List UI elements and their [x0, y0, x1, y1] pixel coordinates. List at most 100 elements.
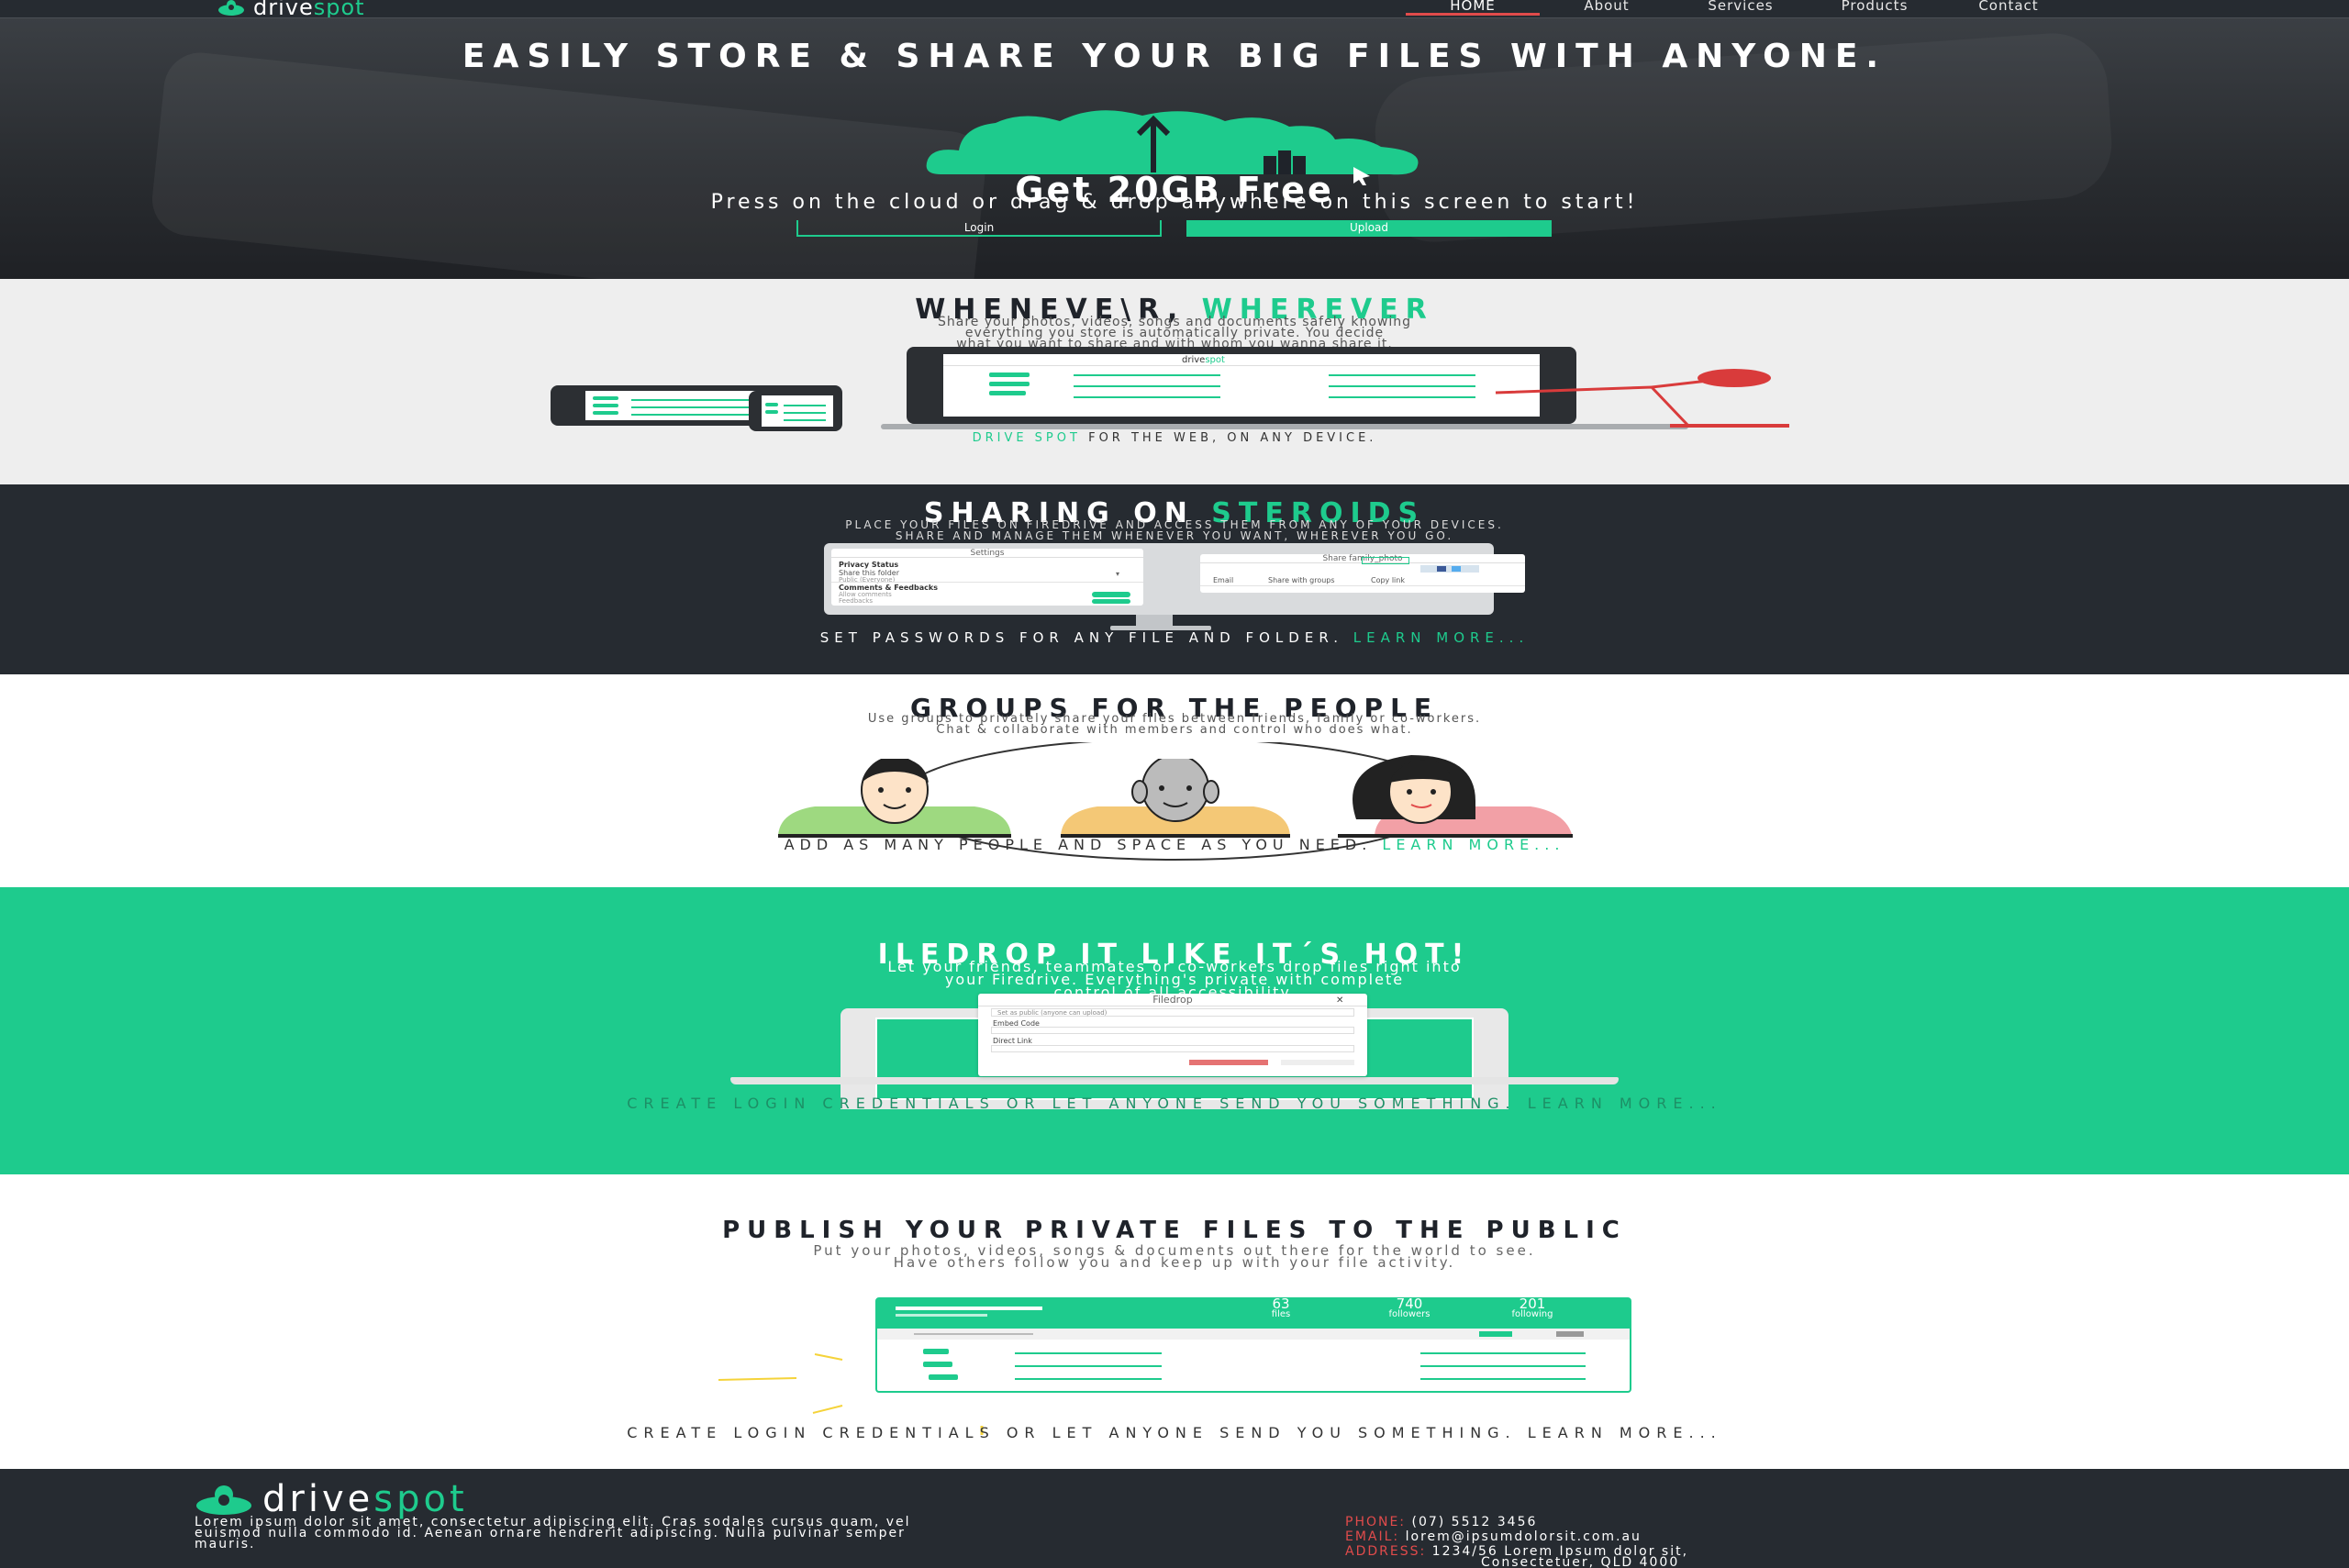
close-icon[interactable]: ✕	[1336, 995, 1343, 1006]
brand-logo[interactable]: drivespot	[217, 0, 365, 18]
nav-contact[interactable]: Contact	[1942, 0, 2076, 16]
stat-label: followers	[1388, 1309, 1431, 1319]
learn-more-link[interactable]: LEARN MORE...	[1353, 629, 1529, 646]
profile-name-bar	[896, 1307, 1042, 1310]
screen-element	[1329, 385, 1475, 387]
section-text-line: Have others follow you and keep up with …	[893, 1254, 1456, 1271]
publish-section: PUBLISH YOUR PRIVATE FILES TO THE PUBLIC…	[0, 1174, 2349, 1469]
share-option[interactable]: Copy link	[1371, 576, 1405, 584]
brand-name-part-2: spot	[313, 0, 365, 18]
cloud-logo-icon	[196, 1485, 251, 1515]
embed-code-field[interactable]	[991, 1027, 1354, 1034]
file-row-meta	[1420, 1365, 1586, 1367]
toggle-switch[interactable]	[1092, 592, 1130, 597]
file-row-meta	[1420, 1378, 1586, 1380]
dialog-divider	[831, 582, 1143, 583]
section-text-line: SHARE AND MANAGE THEM WHENEVER YOU WANT,…	[895, 529, 1454, 542]
footer-email: EMAIL: lorem@ipsumdolorsit.com.au	[1345, 1529, 1688, 1544]
cloud-logo-icon	[218, 0, 244, 16]
screen-divider	[943, 365, 1540, 366]
footer-about: Lorem ipsum dolor sit amet, consectetur …	[195, 1516, 911, 1551]
monitor-neck	[1136, 615, 1173, 626]
profile-toolbar	[877, 1329, 1630, 1340]
share-dialog: Share family_photo Email Share with grou…	[1200, 554, 1525, 593]
screen-element	[631, 399, 751, 401]
screen-element	[1074, 374, 1220, 376]
stat-followers[interactable]: 740 followers	[1354, 1297, 1464, 1320]
nav-products[interactable]: Products	[1808, 0, 1942, 16]
twitter-icon[interactable]	[1452, 566, 1461, 572]
phone-screen	[762, 395, 833, 427]
file-row[interactable]	[1015, 1352, 1162, 1354]
dialog-label: Direct Link	[993, 1037, 1032, 1045]
bald-man-avatar-icon	[1061, 759, 1290, 838]
footer-text: SET PASSWORDS FOR ANY FILE AND FOLDER.	[819, 629, 1343, 646]
dialog-option[interactable]: Feedbacks	[839, 597, 873, 605]
section-footer: CREATE LOGIN CREDENTIALS OR LET ANYONE S…	[627, 1424, 1722, 1441]
section-footer: CREATE LOGIN CREDENTIALS OR LET ANYONE S…	[627, 1095, 1722, 1112]
footer-phone: PHONE: (07) 5512 3456	[1345, 1515, 1688, 1529]
privacy-select[interactable]: Set as public (anyone can upload)	[991, 1008, 1354, 1017]
dialog-label: Privacy Status	[839, 561, 899, 569]
learn-more-link[interactable]: LEARN MORE...	[1382, 836, 1564, 853]
section-text-line: Chat & collaborate with members and cont…	[936, 723, 1413, 737]
site-footer: drivespot Lorem ipsum dolor sit amet, co…	[0, 1469, 2349, 1568]
filedrop-dialog-title: Filedrop	[978, 994, 1367, 1006]
direct-link-field[interactable]	[991, 1045, 1354, 1052]
screen-element	[784, 419, 826, 421]
screen-element	[989, 382, 1030, 386]
contact-value[interactable]: lorem@ipsumdolorsit.com.au	[1406, 1529, 1642, 1544]
filedrop-dialog: Filedrop ✕ Set as public (anyone can upl…	[978, 994, 1367, 1076]
grid-view-icon[interactable]	[1556, 1331, 1584, 1337]
stat-label: following	[1511, 1309, 1553, 1319]
share-option[interactable]: Share with groups	[1268, 576, 1335, 584]
stat-following[interactable]: 201 following	[1477, 1296, 1587, 1320]
cancel-button[interactable]	[1189, 1060, 1268, 1065]
screen-element	[1329, 396, 1475, 398]
file-row-meta	[1420, 1352, 1586, 1354]
screen-element	[989, 373, 1030, 377]
share-field[interactable]	[1362, 557, 1409, 564]
stat-files[interactable]: 63 files	[1226, 1297, 1336, 1320]
section-footer: SET PASSWORDS FOR ANY FILE AND FOLDER. L…	[0, 629, 2349, 646]
chevron-down-icon[interactable]: ▾	[1116, 570, 1119, 578]
settings-dialog: Settings Privacy Status Share this folde…	[831, 549, 1143, 606]
contact-value[interactable]: (07) 5512 3456	[1411, 1515, 1537, 1529]
toggle-switch[interactable]	[1092, 599, 1130, 604]
footer-about-line: euismod nulla commodo id. Aenean ornare …	[195, 1526, 906, 1540]
stat-number: 201	[1519, 1296, 1546, 1312]
hero-subtitle: Press on the cloud or drag & drop anywhe…	[710, 191, 1639, 214]
hero-background-shape	[149, 49, 989, 279]
screen-element	[784, 405, 826, 406]
section-footer: ADD AS MANY PEOPLE AND SPACE AS YOU NEED…	[0, 836, 2349, 853]
list-view-icon[interactable]	[1479, 1331, 1512, 1337]
file-row[interactable]	[1015, 1365, 1162, 1367]
phone-device	[749, 391, 842, 431]
screen-element	[631, 406, 751, 408]
screen-element	[989, 391, 1026, 395]
file-row[interactable]	[1015, 1378, 1162, 1380]
screen-brand: drivespot	[1182, 355, 1225, 365]
section-title: PUBLISH YOUR PRIVATE FILES TO THE PUBLIC	[722, 1217, 1627, 1244]
share-social-buttons[interactable]	[1420, 565, 1479, 573]
facebook-icon[interactable]	[1437, 566, 1446, 572]
nav-about[interactable]: About	[1540, 0, 1674, 16]
brand-name: drivespot	[253, 0, 365, 18]
filedrop-section: ILEDROP IT LIKE IT´S HOT! Let your frien…	[0, 887, 2349, 1174]
hero-section: EASILY STORE & SHARE YOUR BIG FILES WITH…	[0, 18, 2349, 279]
share-option[interactable]: Email	[1213, 576, 1233, 584]
top-navbar: drivespot HOME About Services Products C…	[0, 0, 2349, 18]
confirm-button[interactable]	[1281, 1060, 1354, 1065]
nav-home[interactable]: HOME	[1406, 0, 1540, 16]
screen-element	[593, 411, 618, 415]
desk-lamp-illustration	[1495, 369, 1789, 428]
section-footer: DRIVE SPOT FOR THE WEB, ON ANY DEVICE.	[0, 431, 2349, 445]
upload-button[interactable]: Upload	[1186, 220, 1552, 237]
settings-dialog-title: Settings	[831, 549, 1143, 558]
desktop-monitor: drivespot	[907, 347, 1576, 424]
nav-services[interactable]: Services	[1674, 0, 1808, 16]
screen-element	[784, 412, 826, 414]
steroids-section: SHARING ON STEROIDS PLACE YOUR FILES ON …	[0, 484, 2349, 674]
screen-element	[765, 403, 778, 406]
login-button[interactable]: Login	[796, 220, 1162, 237]
